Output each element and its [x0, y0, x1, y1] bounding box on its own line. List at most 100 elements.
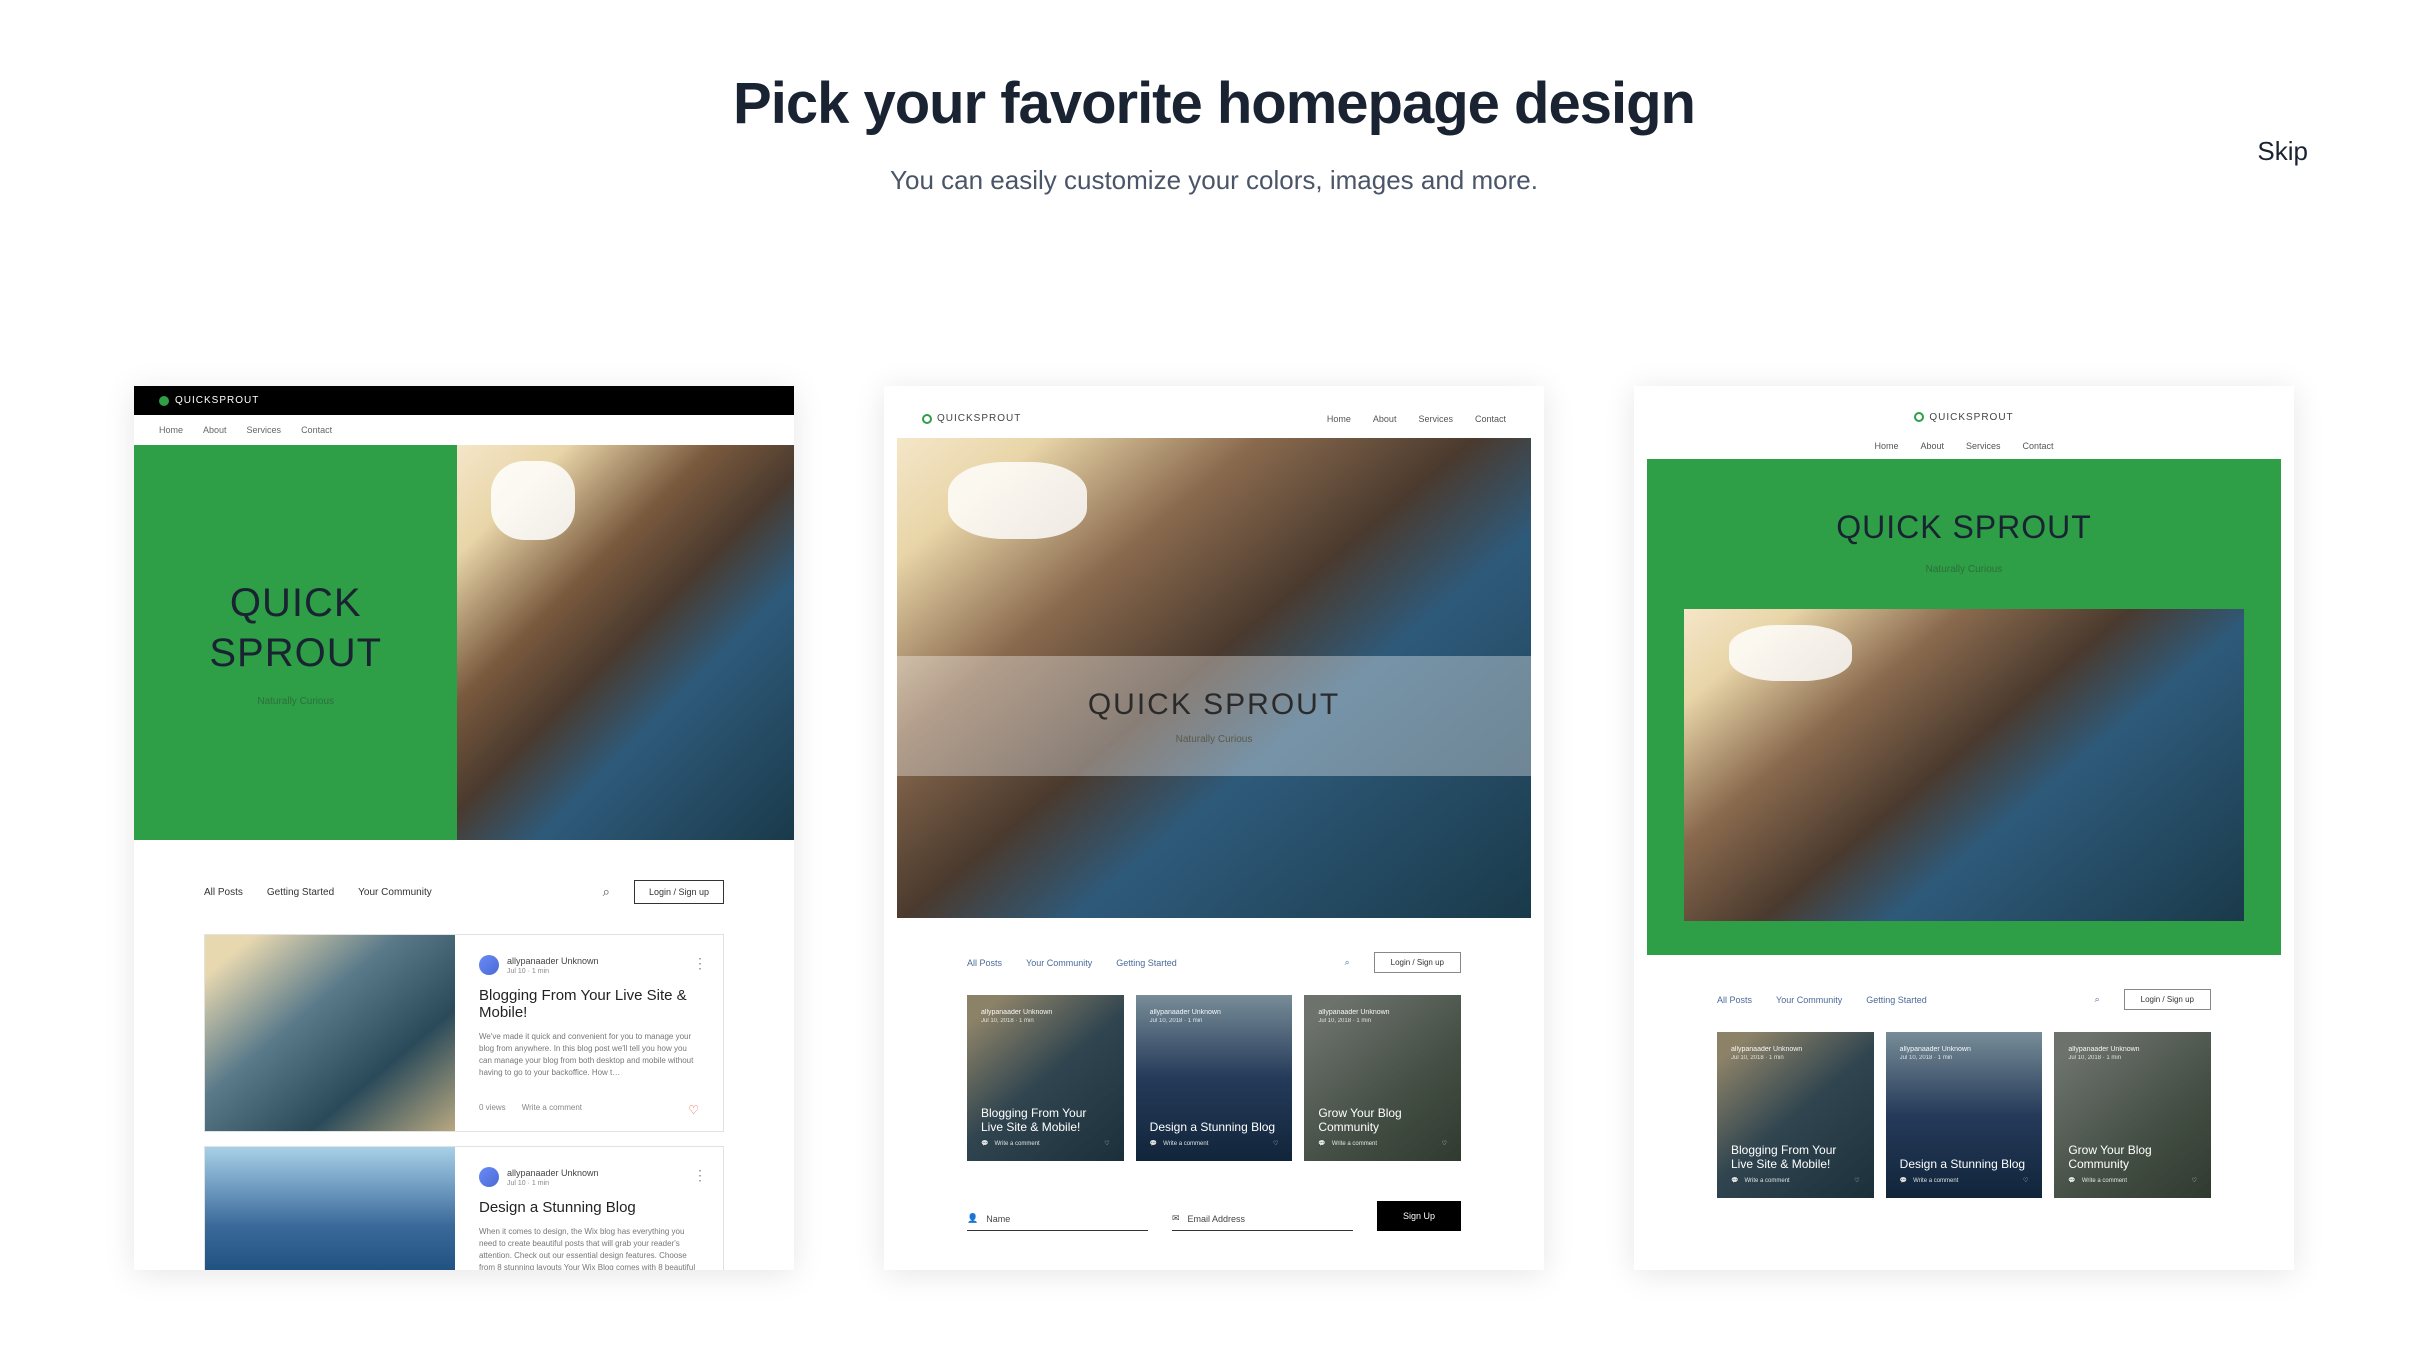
preview-card: allypanaader Unknown Jul 10, 2018 · 1 mi…	[1136, 995, 1293, 1161]
mail-icon: ✉	[1172, 1213, 1180, 1224]
preview-hero: QUICK SPROUT Naturally Curious	[897, 438, 1531, 918]
search-icon: ⌕	[603, 884, 610, 900]
tab-all-posts: All Posts	[1717, 995, 1752, 1005]
logo-icon	[922, 414, 932, 424]
hero-image	[1684, 609, 2244, 921]
post-title: Blogging From Your Live Site & Mobile!	[479, 987, 699, 1021]
tab-getting-started: Getting Started	[1116, 958, 1177, 968]
write-comment: Write a comment	[522, 1103, 582, 1117]
login-button: Login / Sign up	[1374, 952, 1461, 973]
preview-filter-bar: All Posts Your Community Getting Started…	[1647, 955, 2281, 1032]
nav-about: About	[1920, 441, 1944, 451]
comment-icon: 💬	[981, 1140, 988, 1147]
preview-nav: Home About Services Contact	[1327, 414, 1506, 424]
write-comment: Write a comment	[1913, 1178, 1958, 1184]
nav-services: Services	[1966, 441, 2001, 451]
nav-home: Home	[1327, 414, 1351, 424]
heart-icon: ♡	[2023, 1177, 2028, 1184]
email-field-label: Email Address	[1188, 1214, 1246, 1224]
search-icon: ⌕	[1345, 957, 1350, 968]
post-meta: Jul 10, 2018 · 1 min	[1900, 1055, 2029, 1061]
template-option-1[interactable]: QUICKSPROUT Home About Services Contact …	[134, 386, 794, 1270]
preview-filter-bar: All Posts Getting Started Your Community…	[134, 840, 794, 924]
tab-getting-started: Getting Started	[1866, 995, 1927, 1005]
template-option-2[interactable]: QUICKSPROUT Home About Services Contact …	[884, 386, 1544, 1270]
preview-nav: Home About Services Contact	[134, 415, 794, 445]
comment-icon: 💬	[1900, 1177, 1907, 1184]
brand-name: QUICKSPROUT	[1929, 412, 2013, 423]
post-image	[205, 1147, 455, 1270]
tab-your-community: Your Community	[1776, 995, 1842, 1005]
login-button: Login / Sign up	[634, 880, 724, 904]
template-option-3[interactable]: QUICKSPROUT Home About Services Contact …	[1634, 386, 2294, 1270]
template-gallery: QUICKSPROUT Home About Services Contact …	[0, 386, 2428, 1270]
preview-topbar: QUICKSPROUT	[1647, 399, 2281, 431]
author-name: allypanaader Unknown	[1731, 1046, 1860, 1053]
comment-icon: 💬	[1150, 1140, 1157, 1147]
card-title: Blogging From Your Live Site & Mobile!	[1731, 1143, 1860, 1171]
nav-contact: Contact	[2023, 441, 2054, 451]
views-count: 0 views	[479, 1103, 506, 1117]
preview-card: allypanaader Unknown Jul 10, 2018 · 1 mi…	[1304, 995, 1461, 1161]
heart-icon: ♡	[688, 1103, 699, 1117]
preview-card: allypanaader Unknown Jul 10, 2018 · 1 mi…	[967, 995, 1124, 1161]
nav-services: Services	[247, 425, 282, 435]
page-title: Pick your favorite homepage design	[0, 70, 2428, 137]
preview-card-grid: allypanaader Unknown Jul 10, 2018 · 1 mi…	[897, 995, 1531, 1161]
brand-name: QUICKSPROUT	[175, 395, 259, 406]
tab-your-community: Your Community	[358, 887, 432, 898]
heart-icon: ♡	[1442, 1140, 1447, 1147]
author-name: allypanaader Unknown	[507, 956, 599, 966]
preview-topbar: QUICKSPROUT Home About Services Contact	[897, 399, 1531, 438]
tab-all-posts: All Posts	[204, 887, 243, 898]
preview-card-grid: allypanaader Unknown Jul 10, 2018 · 1 mi…	[1647, 1032, 2281, 1198]
page-subtitle: You can easily customize your colors, im…	[0, 165, 2428, 196]
preview-card: allypanaader Unknown Jul 10, 2018 · 1 mi…	[1717, 1032, 1874, 1198]
hero-image	[457, 445, 794, 840]
hero-tagline: Naturally Curious	[257, 696, 334, 707]
author-name: allypanaader Unknown	[981, 1009, 1110, 1016]
card-title: Grow Your Blog Community	[1318, 1106, 1447, 1134]
hero-title: QUICK SPROUT	[1088, 688, 1340, 722]
nav-services: Services	[1418, 414, 1453, 424]
preview-post-card: ⋮ allypanaader Unknown Jul 10 · 1 min De…	[204, 1146, 724, 1270]
hero-title: QUICKSPROUT	[209, 578, 382, 678]
nav-about: About	[203, 425, 227, 435]
name-field-label: Name	[986, 1214, 1010, 1224]
write-comment: Write a comment	[2082, 1178, 2127, 1184]
skip-button[interactable]: Skip	[2257, 136, 2308, 167]
post-meta: Jul 10 · 1 min	[507, 1180, 599, 1187]
card-title: Blogging From Your Live Site & Mobile!	[981, 1106, 1110, 1134]
logo-icon	[159, 396, 169, 406]
author-name: allypanaader Unknown	[1318, 1009, 1447, 1016]
nav-contact: Contact	[301, 425, 332, 435]
post-meta: Jul 10, 2018 · 1 min	[1318, 1018, 1447, 1024]
heart-icon: ♡	[1854, 1177, 1859, 1184]
post-meta: Jul 10, 2018 · 1 min	[981, 1018, 1110, 1024]
card-title: Grow Your Blog Community	[2068, 1143, 2197, 1171]
heart-icon: ♡	[1273, 1140, 1278, 1147]
hero-title: QUICK SPROUT	[1647, 509, 2281, 546]
author-name: allypanaader Unknown	[2068, 1046, 2197, 1053]
heart-icon: ♡	[1104, 1140, 1109, 1147]
nav-about: About	[1373, 414, 1397, 424]
hero-tagline: Naturally Curious	[1176, 734, 1253, 745]
preview-signup-form: 👤Name ✉Email Address Sign Up	[897, 1161, 1531, 1231]
hero-tagline: Naturally Curious	[1647, 564, 2281, 575]
post-excerpt: We've made it quick and convenient for y…	[479, 1031, 699, 1079]
preview-filter-bar: All Posts Your Community Getting Started…	[897, 918, 1531, 995]
post-image	[205, 935, 455, 1131]
tab-your-community: Your Community	[1026, 958, 1092, 968]
more-icon: ⋮	[693, 1167, 705, 1184]
comment-icon: 💬	[1318, 1140, 1325, 1147]
preview-topbar: QUICKSPROUT	[134, 386, 794, 415]
post-meta: Jul 10 · 1 min	[507, 968, 599, 975]
tab-getting-started: Getting Started	[267, 887, 334, 898]
write-comment: Write a comment	[994, 1141, 1039, 1147]
comment-icon: 💬	[2068, 1177, 2075, 1184]
author-name: allypanaader Unknown	[507, 1168, 599, 1178]
post-title: Design a Stunning Blog	[479, 1199, 699, 1216]
write-comment: Write a comment	[1744, 1178, 1789, 1184]
author-name: allypanaader Unknown	[1150, 1009, 1279, 1016]
preview-card: allypanaader Unknown Jul 10, 2018 · 1 mi…	[2054, 1032, 2211, 1198]
